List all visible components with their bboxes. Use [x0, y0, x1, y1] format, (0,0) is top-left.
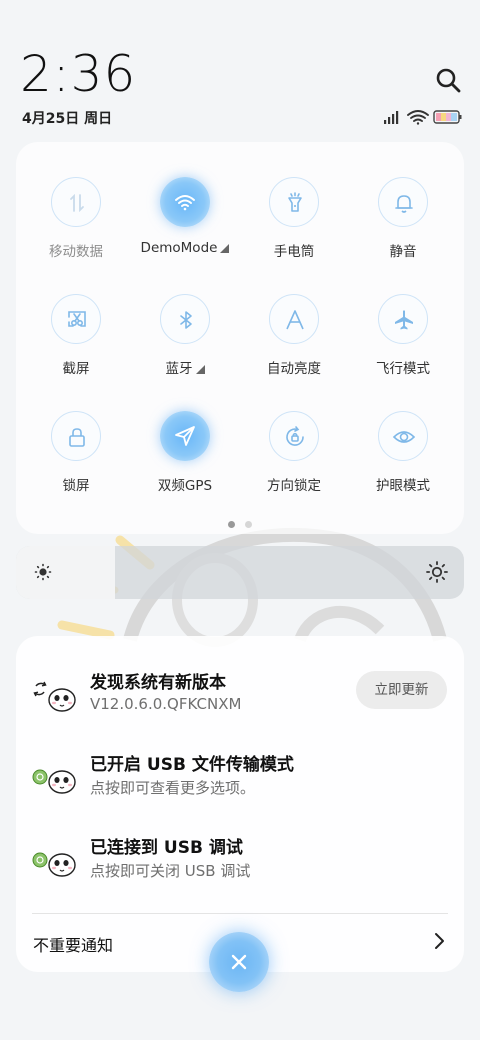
- status-bar-icons: [384, 110, 462, 125]
- airplane-icon: [395, 310, 413, 330]
- tile-bluetooth-button[interactable]: [160, 294, 210, 344]
- updater-app-icon: [33, 681, 76, 712]
- notification-panel: 发现系统有新版本 V12.0.6.0.QFKCNXM 立即更新 已开启 USB …: [16, 636, 464, 972]
- tile-screenshot[interactable]: 截屏: [21, 294, 131, 394]
- tile-auto-brightness-label: 自动亮度: [267, 361, 321, 377]
- tile-airplane-label: 飞行模式: [376, 361, 430, 377]
- divider: [32, 913, 448, 914]
- bell-icon: [395, 195, 413, 213]
- signal-icon: [384, 111, 399, 124]
- rotation-lock-icon: [286, 426, 304, 446]
- tile-mobile-data[interactable]: 移动数据: [21, 177, 131, 277]
- brightness-slider[interactable]: [16, 546, 464, 599]
- tile-mute-button[interactable]: [378, 177, 428, 227]
- mobile-data-icon: [70, 193, 84, 213]
- brightness-fill: [16, 546, 115, 599]
- notification-usb-file-transfer[interactable]: 已开启 USB 文件传输模式 点按即可查看更多选项。: [16, 750, 464, 820]
- tile-flashlight-button[interactable]: [269, 177, 319, 227]
- quick-settings-panel: 移动数据 DemoMode 手电筒 静音 截屏 蓝牙 自动亮度 飞行模式 锁屏 …: [16, 142, 464, 534]
- page-dot-active: [228, 521, 235, 528]
- close-icon: [231, 954, 247, 970]
- lock-icon: [69, 428, 85, 447]
- usb-app-icon: [32, 852, 76, 877]
- tile-airplane[interactable]: 飞行模式: [348, 294, 458, 394]
- tile-gps-label: 双频GPS: [157, 478, 213, 494]
- flashlight-icon: [288, 192, 302, 212]
- expand-indicator-icon: [220, 244, 230, 253]
- tile-flashlight-label: 手电筒: [273, 244, 315, 260]
- notification-title: 已开启 USB 文件传输模式: [90, 755, 294, 775]
- usb-app-icon: [32, 769, 76, 794]
- screenshot-icon: [68, 311, 86, 327]
- tile-eye-care[interactable]: 护眼模式: [348, 411, 458, 511]
- clear-notifications-button[interactable]: [209, 932, 269, 992]
- tile-eye-care-label: 护眼模式: [376, 478, 430, 494]
- tile-wifi-button[interactable]: [160, 177, 210, 227]
- tile-lock-screen[interactable]: 锁屏: [21, 411, 131, 511]
- tile-gps[interactable]: 双频GPS: [130, 411, 240, 511]
- notification-subtitle: 点按即可关闭 USB 调试: [90, 862, 251, 880]
- tile-wifi[interactable]: DemoMode: [130, 177, 240, 277]
- bluetooth-icon: [180, 311, 192, 329]
- tile-mute-label: 静音: [389, 244, 417, 260]
- tile-bluetooth[interactable]: 蓝牙: [130, 294, 240, 394]
- notification-system-update[interactable]: 发现系统有新版本 V12.0.6.0.QFKCNXM 立即更新: [16, 668, 464, 738]
- notification-subtitle: 点按即可查看更多选项。: [90, 779, 256, 797]
- update-now-button[interactable]: 立即更新: [356, 671, 447, 709]
- notification-subtitle: V12.0.6.0.QFKCNXM: [90, 695, 242, 713]
- tile-bluetooth-label: 蓝牙: [130, 357, 240, 377]
- notification-title: 发现系统有新版本: [90, 673, 226, 693]
- tile-lock-screen-label: 锁屏: [62, 478, 90, 494]
- tile-lock-screen-button[interactable]: [51, 411, 101, 461]
- tile-screenshot-label: 截屏: [62, 361, 90, 377]
- clock-time[interactable]: 2:36: [20, 44, 136, 104]
- tile-wifi-label: DemoMode: [130, 240, 240, 256]
- tile-mobile-data-button[interactable]: [51, 177, 101, 227]
- wifi-status-icon: [407, 110, 429, 125]
- tile-airplane-button[interactable]: [378, 294, 428, 344]
- tile-rotation-lock-button[interactable]: [269, 411, 319, 461]
- auto-brightness-icon: [286, 310, 304, 330]
- tile-mute[interactable]: 静音: [348, 177, 458, 277]
- tile-eye-care-button[interactable]: [378, 411, 428, 461]
- brightness-high-icon: [426, 561, 448, 583]
- brightness-low-icon: [34, 563, 52, 581]
- notification-usb-debugging[interactable]: 已连接到 USB 调试 点按即可关闭 USB 调试: [16, 833, 464, 903]
- page-dot: [245, 521, 252, 528]
- eye-icon: [392, 431, 416, 443]
- tile-gps-button[interactable]: [160, 411, 210, 461]
- location-icon: [175, 426, 195, 446]
- tile-auto-brightness[interactable]: 自动亮度: [239, 294, 349, 394]
- tile-screenshot-button[interactable]: [51, 294, 101, 344]
- tile-flashlight[interactable]: 手电筒: [239, 177, 349, 277]
- chevron-right-icon[interactable]: [432, 932, 446, 950]
- expand-indicator-icon: [195, 365, 205, 374]
- tile-rotation-lock-label: 方向锁定: [267, 478, 321, 494]
- search-icon[interactable]: [434, 66, 462, 94]
- tile-auto-brightness-button[interactable]: [269, 294, 319, 344]
- battery-icon: [433, 110, 462, 124]
- notification-title: 已连接到 USB 调试: [90, 838, 243, 858]
- unimportant-notifications-link[interactable]: 不重要通知: [33, 932, 113, 956]
- wifi-icon: [175, 195, 195, 211]
- tile-rotation-lock[interactable]: 方向锁定: [239, 411, 349, 511]
- tile-mobile-data-label: 移动数据: [49, 244, 103, 260]
- clock-date: 4月25日 周日: [22, 111, 113, 127]
